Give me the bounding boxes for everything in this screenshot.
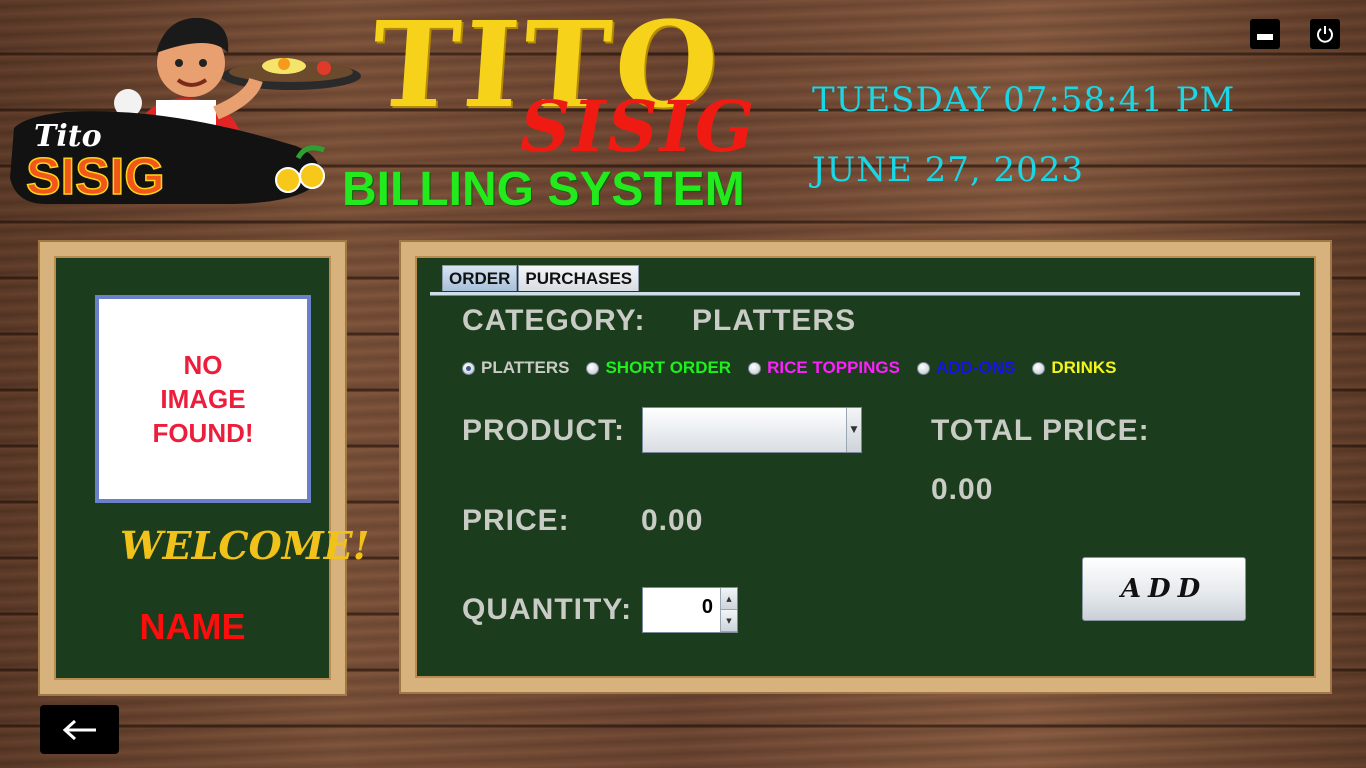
category-value: PLATTERS	[692, 304, 857, 337]
radio-label: SHORT ORDER	[605, 358, 732, 377]
category-label: CATEGORY:	[462, 304, 646, 337]
price-label: PRICE:	[462, 504, 570, 537]
increment-icon[interactable]: ▲	[721, 588, 737, 610]
stepper-arrows: ▲ ▼	[720, 588, 737, 632]
radio-add-ons[interactable]: ADD-ONS	[916, 358, 1016, 378]
clock-day-time: TUESDAY 07:58:41 PM	[812, 80, 1236, 120]
price-value: 0.00	[641, 504, 704, 537]
radio-dot	[916, 361, 930, 375]
quantity-value: 0	[701, 596, 713, 618]
logo-text-sisig: SISIG	[26, 148, 165, 206]
user-name: NAME	[139, 606, 246, 647]
radio-dot	[748, 361, 762, 375]
quantity-label: QUANTITY:	[462, 593, 633, 626]
total-price-value: 0.00	[931, 473, 994, 506]
tito-sisig-logo: Tito SISIG	[6, 8, 366, 208]
title-sisig: SISIG	[520, 85, 757, 168]
total-price-label: TOTAL PRICE:	[931, 414, 1150, 447]
radio-label: PLATTERS	[481, 358, 570, 377]
minimize-button[interactable]	[1250, 19, 1280, 49]
profile-panel: NO IMAGE FOUND! WELCOME! NAME	[40, 242, 369, 694]
radio-platters[interactable]: PLATTERS	[462, 358, 569, 378]
radio-dot	[462, 361, 475, 375]
welcome-text: WELCOME!	[120, 523, 370, 568]
arrow-left-icon	[62, 719, 96, 740]
chevron-down-icon: ▼	[846, 408, 861, 452]
no-image-text: NO IMAGE FOUND!	[152, 350, 254, 448]
radio-dot	[586, 361, 600, 375]
radio-dot	[1032, 361, 1046, 375]
tab-bar: ORDER PURCHASES	[442, 265, 640, 291]
radio-label: RICE TOPPINGS	[767, 358, 900, 377]
radio-drinks[interactable]: DRINKS	[1032, 358, 1117, 378]
radio-rice-toppings[interactable]: RICE TOPPINGS	[748, 358, 900, 378]
order-panel: ORDER PURCHASES CATEGORY: PLATTERS PLATT…	[401, 242, 1330, 692]
profile-image: NO IMAGE FOUND!	[95, 295, 311, 503]
radio-label: DRINKS	[1051, 358, 1117, 377]
tab-purchases[interactable]: PURCHASES	[518, 265, 640, 291]
product-label: PRODUCT:	[462, 414, 625, 447]
tab-divider	[430, 292, 1300, 296]
category-radio-group: PLATTERS SHORT ORDER RICE TOPPINGS ADD-O…	[462, 358, 1134, 378]
radio-short-order[interactable]: SHORT ORDER	[586, 358, 731, 378]
title-billing-system: BILLING SYSTEM	[342, 163, 745, 216]
clock-date: JUNE 27, 2023	[812, 150, 1085, 190]
quantity-stepper[interactable]: 0 ▲ ▼	[642, 587, 738, 633]
back-button[interactable]	[40, 705, 119, 754]
power-button[interactable]	[1310, 19, 1340, 49]
radio-label: ADD-ONS	[935, 358, 1016, 377]
power-icon	[1317, 26, 1333, 43]
product-dropdown[interactable]: ▼	[642, 407, 862, 453]
tab-order[interactable]: ORDER	[442, 265, 518, 291]
minimize-icon	[1257, 34, 1273, 40]
decrement-icon[interactable]: ▼	[721, 610, 737, 632]
add-button[interactable]: ADD	[1082, 557, 1246, 621]
